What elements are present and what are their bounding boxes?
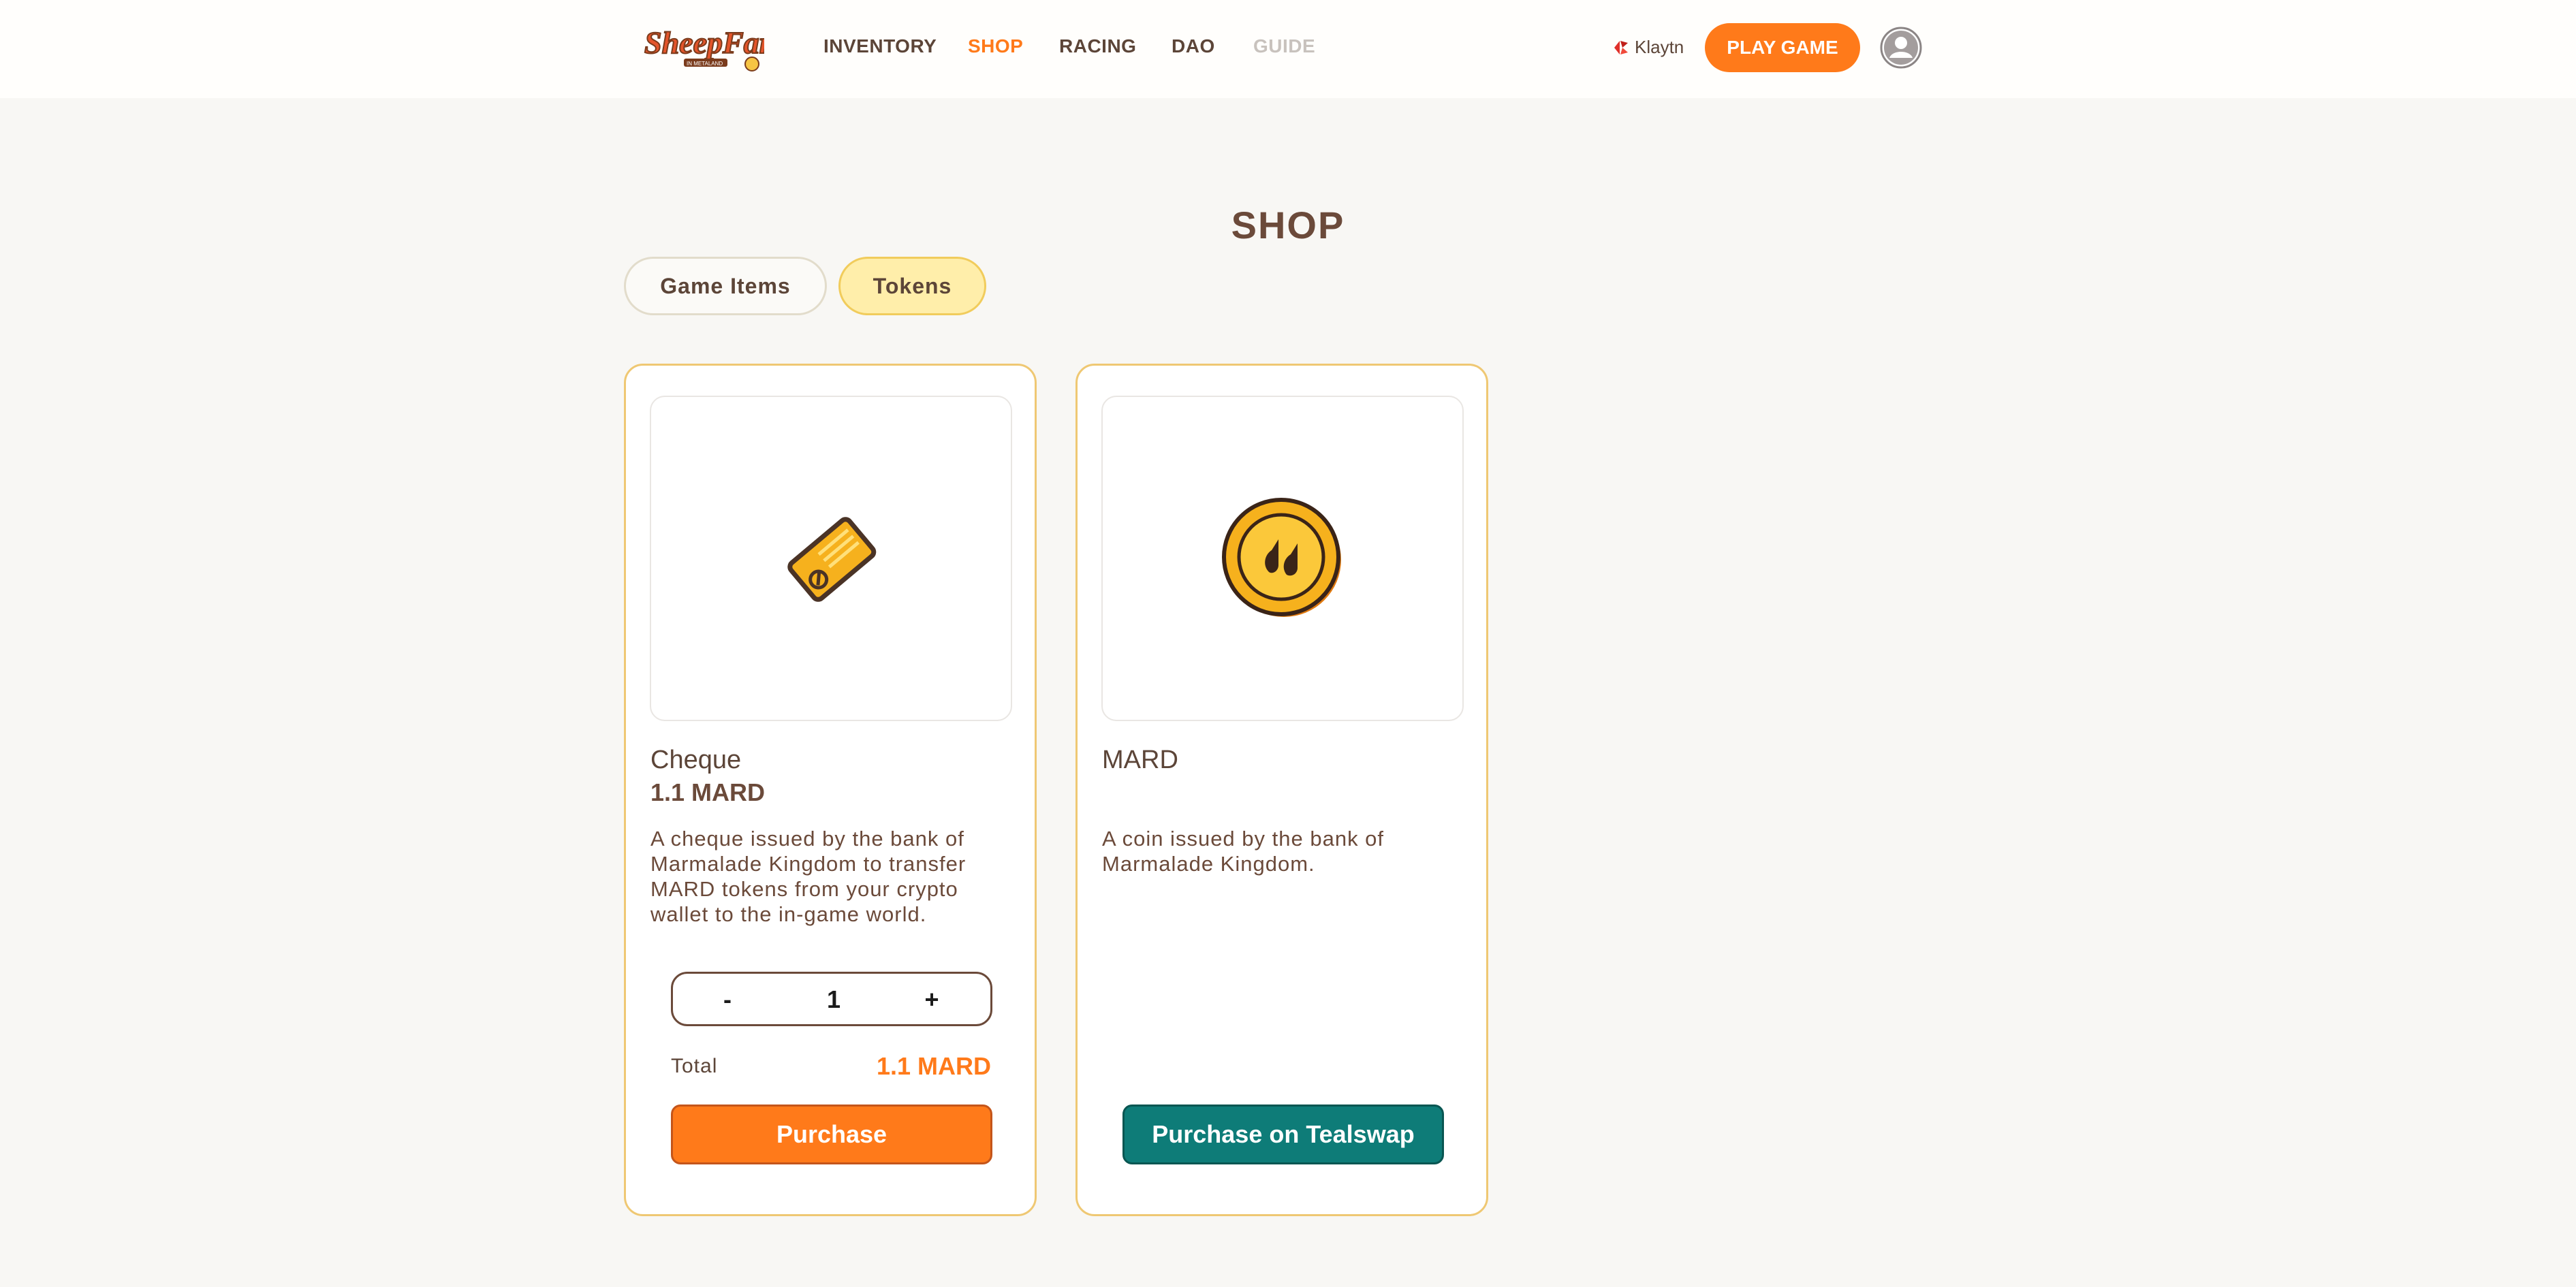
- network-label: Klaytn: [1635, 37, 1684, 57]
- product-name: Cheque: [650, 746, 742, 774]
- svg-text:IN METALAND: IN METALAND: [687, 61, 723, 67]
- nav-guide[interactable]: GUIDE: [1253, 35, 1315, 57]
- total-label: Total: [671, 1055, 718, 1077]
- klaytn-icon: [1614, 40, 1628, 54]
- nav-dao[interactable]: DAO: [1172, 35, 1215, 57]
- increase-quantity-button[interactable]: +: [911, 981, 952, 1019]
- product-description: A cheque issued by the bank of Marmalade…: [650, 827, 967, 926]
- product-name: MARD: [1102, 746, 1178, 774]
- page-title: SHOP: [1231, 204, 1345, 247]
- product-card-mard: MARD A coin issued by the bank of Marmal…: [1075, 364, 1488, 1216]
- svg-text:SheepFarm: SheepFarm: [644, 25, 764, 60]
- nav-inventory[interactable]: INVENTORY: [823, 35, 937, 57]
- network-selector[interactable]: Klaytn: [1613, 37, 1684, 58]
- purchase-on-tealswap-button[interactable]: Purchase on Tealswap: [1122, 1105, 1444, 1164]
- user-avatar-icon[interactable]: [1880, 27, 1922, 69]
- top-header: SheepFarm IN METALAND INVENTORY SHOP RAC…: [0, 0, 2576, 98]
- product-image-frame: [650, 396, 1012, 721]
- product-card-cheque: Cheque 1.1 MARD A cheque issued by the b…: [624, 364, 1037, 1216]
- tab-tokens[interactable]: Tokens: [838, 257, 986, 315]
- nav-racing[interactable]: RACING: [1059, 35, 1136, 57]
- sheepfarm-logo[interactable]: SheepFarm IN METALAND: [642, 18, 764, 75]
- tab-game-items[interactable]: Game Items: [624, 257, 827, 315]
- quantity-stepper: - +: [671, 972, 992, 1026]
- product-image-frame: [1101, 396, 1464, 721]
- quantity-input[interactable]: [793, 982, 875, 1017]
- mard-coin-icon: [1222, 498, 1341, 617]
- play-game-button[interactable]: PLAY GAME: [1705, 23, 1860, 72]
- nav-shop[interactable]: SHOP: [968, 35, 1023, 57]
- product-price: 1.1 MARD: [650, 778, 766, 806]
- product-description: A coin issued by the bank of Marmalade K…: [1102, 827, 1385, 876]
- cheque-icon: [787, 517, 877, 602]
- total-value: 1.1 MARD: [876, 1052, 991, 1080]
- purchase-button[interactable]: Purchase: [671, 1105, 992, 1164]
- decrease-quantity-button[interactable]: -: [707, 981, 748, 1019]
